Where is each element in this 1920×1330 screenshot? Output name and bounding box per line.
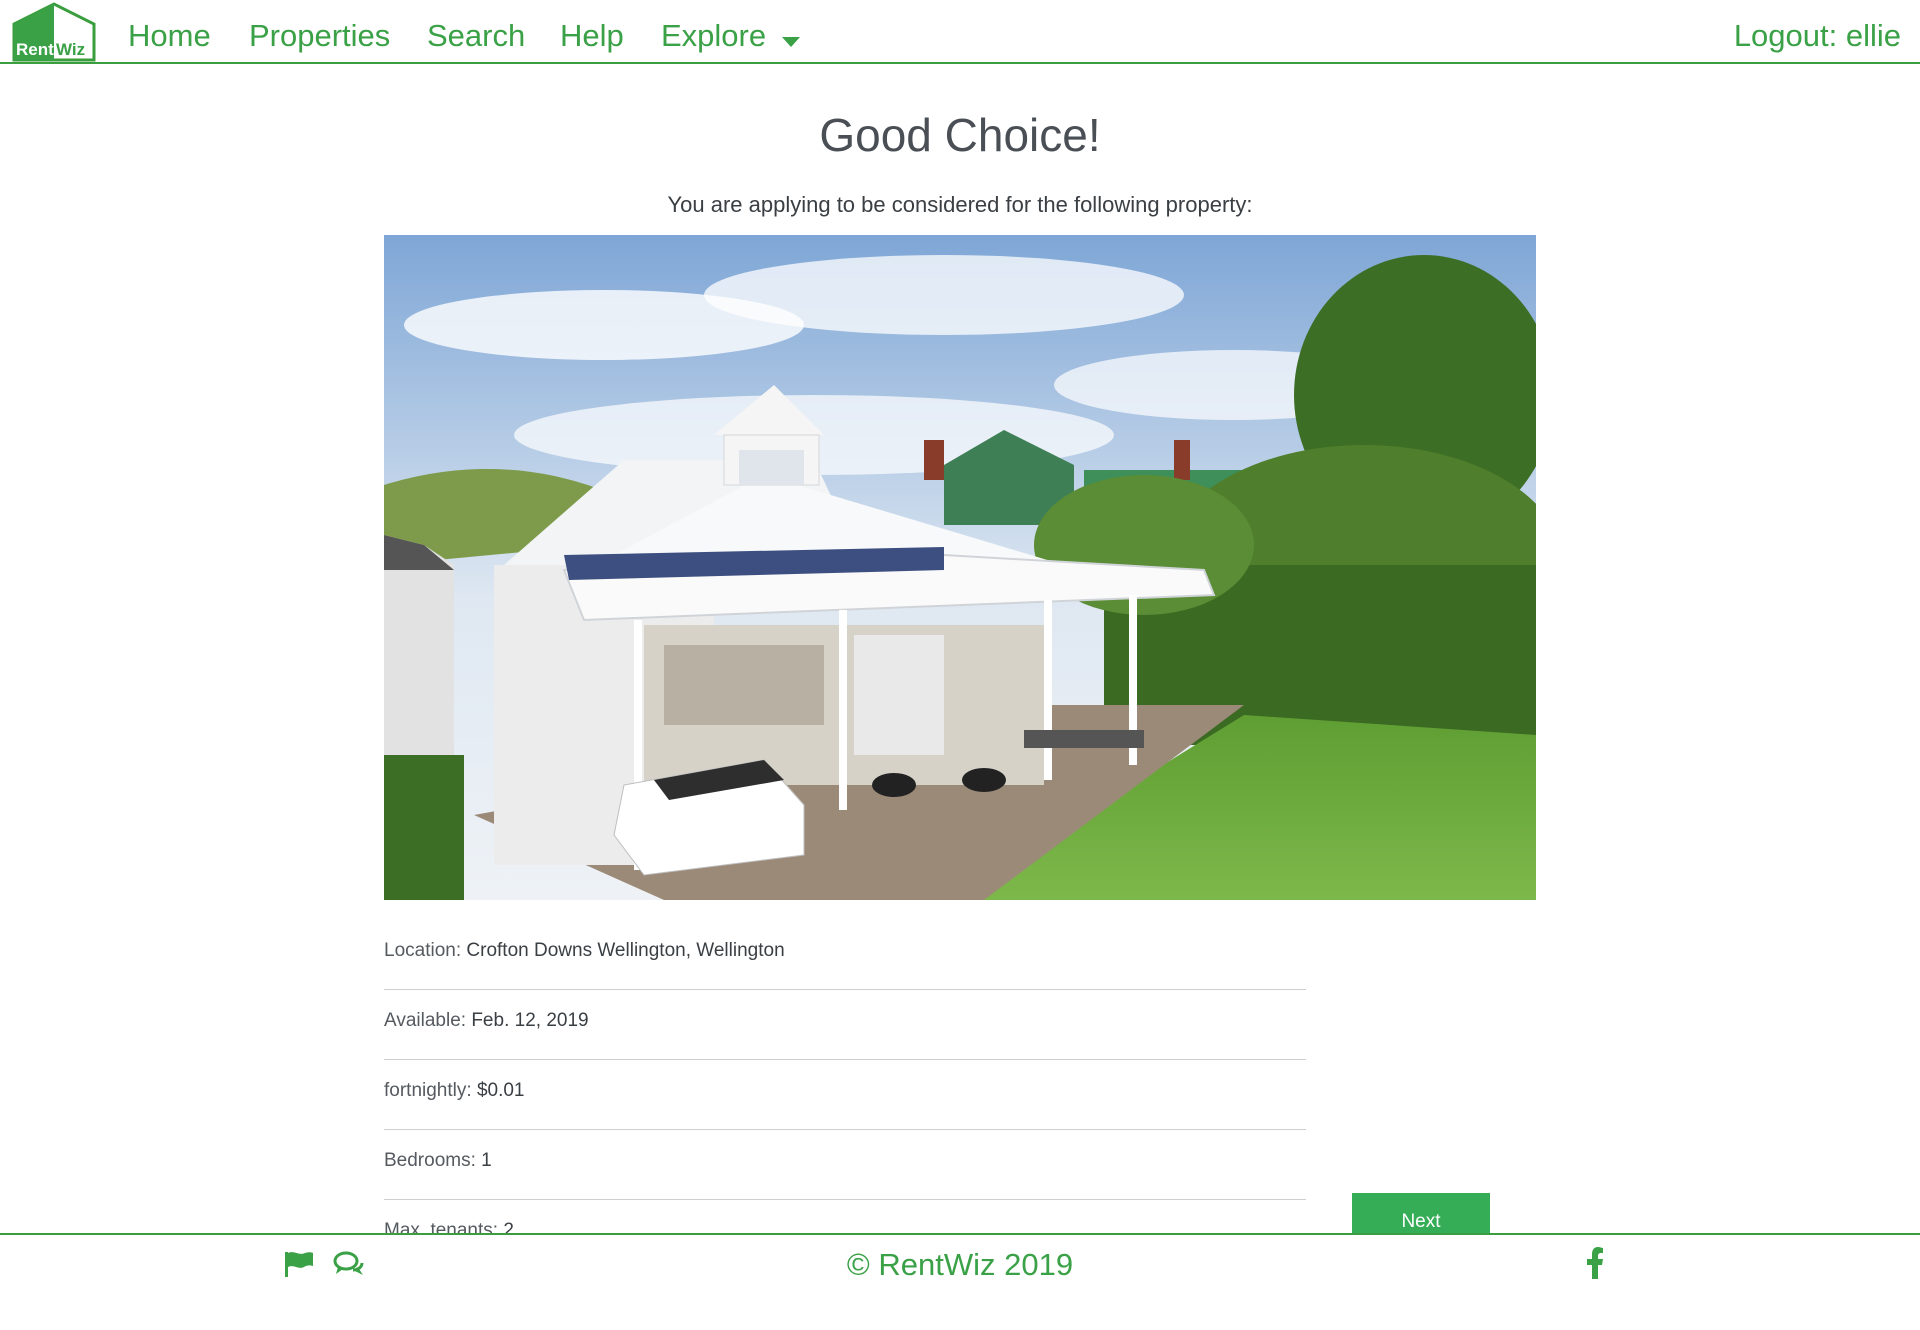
detail-label: Bedrooms:: [384, 1150, 476, 1171]
logo-text-wiz: Wiz: [56, 40, 85, 59]
detail-row-location: Location: Crofton Downs Wellington, Well…: [384, 920, 1306, 990]
detail-row-rent: fortnightly: $0.01: [384, 1060, 1306, 1130]
detail-value: Crofton Downs Wellington, Wellington: [466, 940, 785, 961]
property-photo: [384, 235, 1536, 900]
logo-text-rent: Rent: [16, 40, 54, 59]
detail-row-bedrooms: Bedrooms: 1: [384, 1130, 1306, 1200]
nav-explore-dropdown[interactable]: Explore: [661, 20, 766, 51]
nav-help[interactable]: Help: [560, 20, 624, 51]
detail-label: Location:: [384, 940, 462, 961]
footer: © RentWiz 2019: [0, 1233, 1920, 1330]
top-navbar: Rent Wiz Home Properties Search Help Exp…: [0, 0, 1920, 64]
nav-home[interactable]: Home: [128, 20, 211, 51]
detail-row-available: Available: Feb. 12, 2019: [384, 990, 1306, 1060]
detail-label: fortnightly:: [384, 1080, 472, 1101]
intro-text: You are applying to be considered for th…: [667, 192, 1253, 217]
rentwiz-logo[interactable]: Rent Wiz: [10, 2, 98, 62]
detail-value: Feb. 12, 2019: [471, 1010, 589, 1031]
facebook-icon[interactable]: [1586, 1247, 1604, 1279]
nav-search[interactable]: Search: [427, 20, 525, 51]
detail-label: Available:: [384, 1010, 467, 1031]
page-title: Good Choice!: [819, 109, 1101, 161]
detail-value: $0.01: [476, 1080, 525, 1101]
nav-properties[interactable]: Properties: [249, 20, 390, 51]
detail-value: 1: [481, 1150, 492, 1171]
property-details: Location: Crofton Downs Wellington, Well…: [384, 920, 1306, 1270]
caret-down-icon[interactable]: [782, 37, 800, 47]
logout-link[interactable]: Logout: ellie: [1734, 20, 1901, 51]
footer-copyright: © RentWiz 2019: [846, 1247, 1074, 1282]
